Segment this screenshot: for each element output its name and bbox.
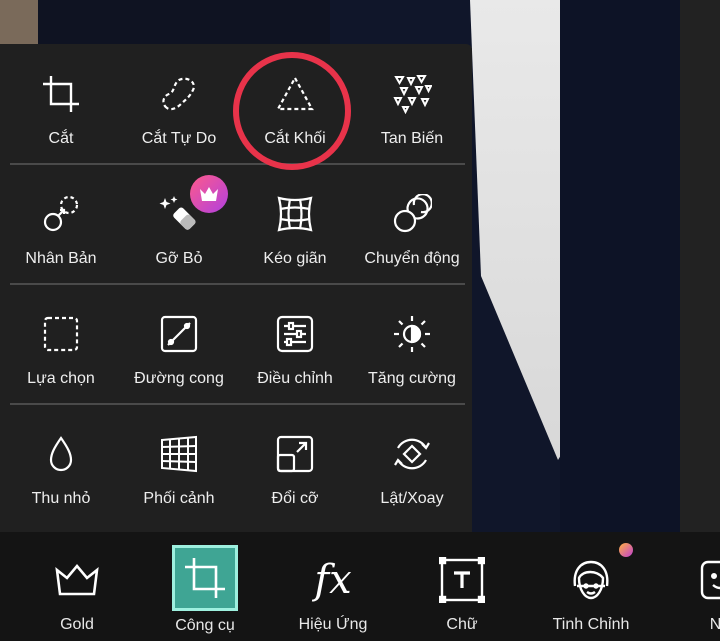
tool-enhance[interactable]: Tăng cường [353,284,471,404]
stretch-icon [275,194,315,234]
tab-label: Chữ [446,616,478,633]
tool-motion[interactable]: Chuyển động [353,164,471,284]
freeform-cut-icon [159,74,199,114]
crop-icon [41,74,81,114]
tab-label: Công cụ [175,617,235,634]
tool-freeform-cut[interactable]: Cắt Tự Do [120,44,238,164]
tab-label: Gold [60,616,94,633]
tool-label: Kéo giãn [263,250,327,267]
tab-tools[interactable]: Công cụ [160,532,250,641]
tool-perspective[interactable]: Phối cảnh [120,404,238,524]
tool-label: Lựa chọn [27,370,95,387]
flip-rotate-icon [392,434,432,474]
tool-label: Điều chỉnh [257,370,333,387]
tool-dispersion[interactable]: Tan Biến [353,44,471,164]
tool-label: Tan Biến [380,130,444,147]
crown-icon [198,185,220,203]
tool-curves[interactable]: Đường cong [120,284,238,404]
tool-label: Chuyển động [364,250,460,267]
photo-edge [680,0,720,535]
tool-label: Cắt Tự Do [141,130,217,147]
tool-crop[interactable]: Cắt [2,44,120,164]
tab-label: Tinh Chỉnh [552,616,630,633]
tab-stickers[interactable]: Nh [690,532,720,641]
sticker-icon [690,550,720,610]
tool-label: Gỡ Bỏ [155,250,203,267]
clone-icon [41,194,81,234]
tab-label: Hiệu Ứng [298,616,368,633]
crown-outline-icon [47,550,107,610]
tab-effects[interactable]: fx Hiệu Ứng [290,532,376,641]
tab-text[interactable]: Chữ [420,532,504,641]
tools-row: Lựa chọn Đường cong Điều chỉnh Tăng cườn… [0,284,472,404]
photo-region [0,0,38,45]
fx-icon: fx [314,557,352,603]
tab-gold[interactable]: Gold [36,532,118,641]
photo-region [38,0,338,45]
bottom-toolbar: Gold Công cụ fx Hiệu Ứng Chữ Tinh Chỉnh … [0,532,720,641]
tool-label: Phối cảnh [143,490,215,507]
tool-stretch[interactable]: Kéo giãn [236,164,354,284]
shrink-icon [41,434,81,474]
motion-icon [392,194,432,234]
tools-row: Thu nhỏ Phối cảnh Đổi cỡ Lật/Xoay [0,404,472,524]
tool-selection[interactable]: Lựa chọn [2,284,120,404]
tool-flip-rotate[interactable]: Lật/Xoay [353,404,471,524]
curves-icon [159,314,199,354]
notification-dot [619,543,633,557]
crop-tools-icon [172,545,238,611]
highlight-circle [233,52,351,170]
perspective-icon [159,434,199,474]
tool-shrink[interactable]: Thu nhỏ [2,404,120,524]
tools-row: Nhân Bản Gỡ Bỏ Kéo giãn Chuyển động [0,164,472,284]
tool-clone[interactable]: Nhân Bản [2,164,120,284]
tool-label: Nhân Bản [25,250,97,267]
adjust-icon [275,314,315,354]
tool-label: Đường cong [134,370,224,387]
enhance-icon [392,314,432,354]
text-icon [432,550,492,610]
tool-label: Tăng cường [368,370,456,387]
premium-badge [190,175,228,213]
tool-resize[interactable]: Đổi cỡ [236,404,354,524]
selection-icon [41,314,81,354]
tool-label: Lật/Xoay [380,490,444,507]
dispersion-icon [392,74,432,114]
tool-adjust[interactable]: Điều chỉnh [236,284,354,404]
tool-label: Đổi cỡ [271,490,319,507]
resize-icon [275,434,315,474]
tool-label: Thu nhỏ [31,490,91,507]
tool-label: Cắt [48,130,74,147]
tab-label: Nh [709,616,720,633]
face-retouch-icon [561,550,621,610]
